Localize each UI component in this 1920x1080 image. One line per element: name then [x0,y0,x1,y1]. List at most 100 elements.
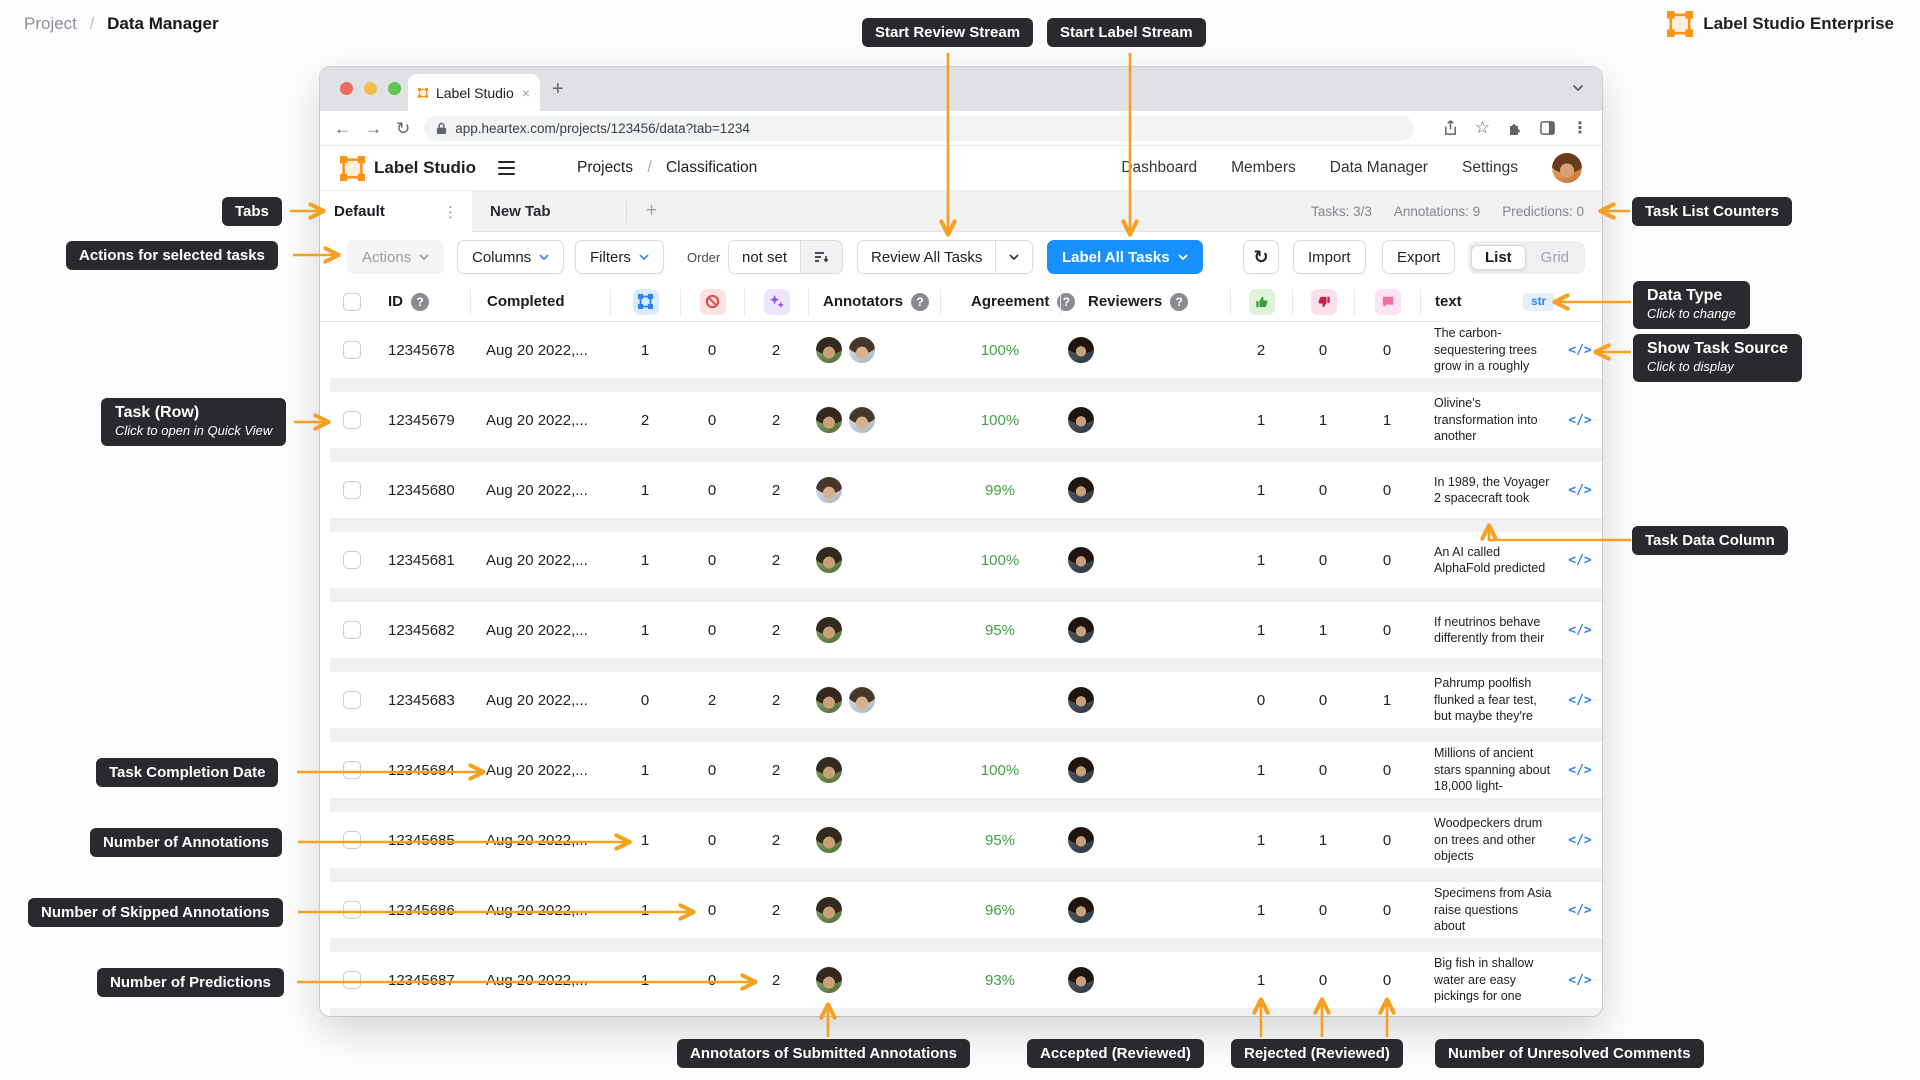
actions-dropdown[interactable]: Actions [347,240,444,274]
task-id-cell[interactable]: 12345682 [374,602,470,658]
task-source-icon[interactable]: </> [1560,392,1600,448]
close-tab-icon[interactable]: × [522,85,530,101]
predictions-count-cell[interactable]: 2 [744,672,808,728]
predictions-count-cell[interactable]: 2 [744,322,808,378]
skipped-count-cell[interactable]: 0 [680,952,744,1008]
task-id-cell[interactable]: 12345686 [374,882,470,938]
tab-list-chevron-icon[interactable] [1572,79,1584,97]
annotations-count-cell[interactable]: 1 [610,812,680,868]
help-icon[interactable]: ? [411,293,429,311]
task-id-cell[interactable]: 12345680 [374,462,470,518]
predictions-count-cell[interactable]: 2 [744,392,808,448]
header-agreement[interactable]: Agreement ? [940,289,1060,315]
annotations-count-cell[interactable]: 1 [610,532,680,588]
data-type-badge[interactable]: str [1523,293,1554,311]
annotator-avatar[interactable] [847,405,877,435]
reviewer-avatar[interactable] [1066,755,1096,785]
export-button[interactable]: Export [1382,240,1455,274]
forward-icon[interactable]: → [365,120,382,137]
predictions-count-cell[interactable]: 2 [744,532,808,588]
annotator-avatar[interactable] [814,965,844,995]
task-source-icon[interactable]: </> [1560,882,1600,938]
predictions-count-cell[interactable]: 2 [744,462,808,518]
skipped-count-cell[interactable]: 0 [680,602,744,658]
annotations-count-cell[interactable]: 1 [610,322,680,378]
table-row[interactable]: 12345685Aug 20 2022,...10295%110Woodpeck… [330,812,1602,868]
sort-direction-icon[interactable] [800,241,842,273]
label-all-tasks-button[interactable]: Label All Tasks [1047,240,1203,274]
reviewer-avatar[interactable] [1066,615,1096,645]
task-text-cell[interactable]: In 1989, the Voyager 2 spacecraft took [1420,462,1560,518]
reviewer-avatar[interactable] [1066,405,1096,435]
task-text-cell[interactable]: Big fish in shallow water are easy picki… [1420,952,1560,1008]
skipped-count-cell[interactable]: 0 [680,392,744,448]
columns-dropdown[interactable]: Columns [457,240,564,274]
nav-data-manager[interactable]: Data Manager [1330,159,1428,177]
review-all-tasks-button[interactable]: Review All Tasks [857,240,1033,274]
row-checkbox[interactable] [343,481,361,499]
table-row[interactable]: 12345680Aug 20 2022,...10299%100In 1989,… [330,462,1602,518]
reload-icon[interactable]: ↻ [396,120,410,137]
address-bar[interactable]: app.heartex.com/projects/123456/data?tab… [424,116,1414,141]
label-options-chevron-icon[interactable] [1178,254,1188,260]
row-checkbox[interactable] [343,761,361,779]
task-source-icon[interactable]: </> [1560,462,1600,518]
tab-menu-kebab-icon[interactable]: ⋮ [443,203,458,221]
row-checkbox[interactable] [343,831,361,849]
task-id-cell[interactable]: 12345685 [374,812,470,868]
annotator-avatar[interactable] [814,335,844,365]
reviewer-avatar[interactable] [1066,685,1096,715]
reviewer-avatar[interactable] [1066,475,1096,505]
task-id-cell[interactable]: 12345681 [374,532,470,588]
skipped-count-cell[interactable]: 2 [680,672,744,728]
table-row[interactable]: 12345687Aug 20 2022,...10293%100Big fish… [330,952,1602,1008]
new-browser-tab-button[interactable]: + [552,78,564,101]
annotator-avatar[interactable] [814,615,844,645]
close-window-button[interactable] [340,82,353,95]
reviewer-avatar[interactable] [1066,965,1096,995]
browser-tab[interactable]: Label Studio × [408,74,540,111]
task-source-icon[interactable]: </> [1560,532,1600,588]
help-icon[interactable]: ? [1170,293,1188,311]
predictions-count-cell[interactable]: 2 [744,812,808,868]
breadcrumb-projects[interactable]: Projects [577,159,633,176]
task-source-icon[interactable]: </> [1560,322,1600,378]
task-id-cell[interactable]: 12345679 [374,392,470,448]
predictions-count-cell[interactable]: 2 [744,742,808,798]
sidebar-icon[interactable] [1540,121,1555,135]
row-checkbox[interactable] [343,691,361,709]
task-source-icon[interactable]: </> [1560,672,1600,728]
annotator-avatar[interactable] [847,335,877,365]
row-checkbox[interactable] [343,901,361,919]
table-row[interactable]: 12345679Aug 20 2022,...202100%111Olivine… [330,392,1602,448]
review-options-chevron-icon[interactable] [995,241,1032,273]
task-source-icon[interactable]: </> [1560,602,1600,658]
skipped-count-cell[interactable]: 0 [680,462,744,518]
annotator-avatar[interactable] [814,685,844,715]
browser-menu-kebab-icon[interactable]: ⋮ [1572,118,1588,138]
completed-date-cell[interactable]: Aug 20 2022,... [470,532,610,588]
completed-date-cell[interactable]: Aug 20 2022,... [470,742,610,798]
annotator-avatar[interactable] [814,475,844,505]
annotations-count-cell[interactable]: 1 [610,952,680,1008]
completed-date-cell[interactable]: Aug 20 2022,... [470,322,610,378]
annotator-avatar[interactable] [814,755,844,785]
task-text-cell[interactable]: Pahrump poolfish flunked a fear test, bu… [1420,672,1560,728]
row-checkbox[interactable] [343,551,361,569]
task-text-cell[interactable]: Woodpeckers drum on trees and other obje… [1420,812,1560,868]
annotator-avatar[interactable] [814,405,844,435]
completed-date-cell[interactable]: Aug 20 2022,... [470,392,610,448]
header-predictions-count[interactable] [744,289,808,315]
annotator-avatar[interactable] [814,545,844,575]
task-id-cell[interactable]: 12345684 [374,742,470,798]
header-text-column[interactable]: text str [1420,289,1560,315]
task-source-icon[interactable]: </> [1560,952,1600,1008]
maximize-window-button[interactable] [388,82,401,95]
import-button[interactable]: Import [1293,240,1366,274]
row-checkbox[interactable] [343,411,361,429]
nav-dashboard[interactable]: Dashboard [1121,159,1197,177]
task-source-icon[interactable]: </> [1560,812,1600,868]
skipped-count-cell[interactable]: 0 [680,882,744,938]
task-text-cell[interactable]: If neutrinos behave differently from the… [1420,602,1560,658]
breadcrumb-project[interactable]: Project [24,14,77,33]
